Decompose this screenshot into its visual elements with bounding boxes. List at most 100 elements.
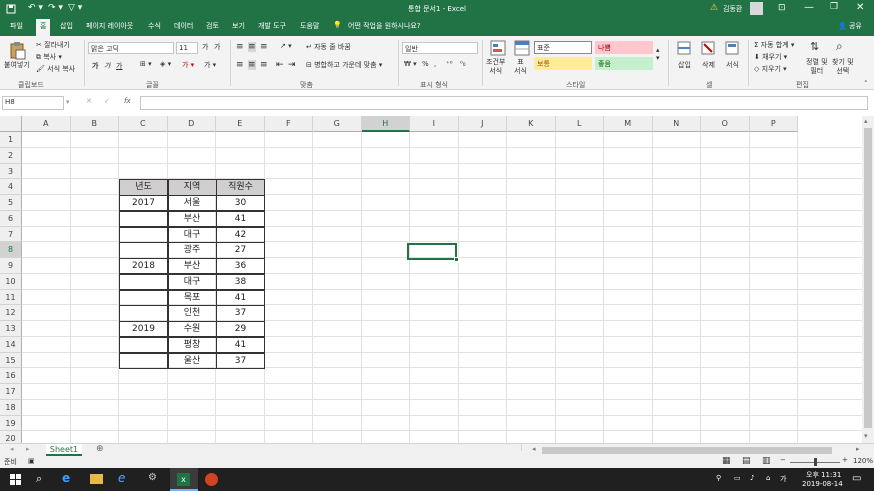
column-header-c[interactable]: C <box>119 116 168 132</box>
find-select-button[interactable]: 찾기 및 선택 <box>832 58 854 76</box>
format-painter-button[interactable]: 🖌 서식 복사 <box>36 64 75 74</box>
table-cell-region[interactable]: 광주 <box>167 242 217 259</box>
column-header-i[interactable]: I <box>410 116 459 132</box>
comma-icon[interactable]: , <box>434 60 436 68</box>
align-right-icon[interactable]: ≡ <box>260 60 268 70</box>
table-cell-year[interactable] <box>119 289 168 306</box>
merge-center-button[interactable]: ⊟ 병합하고 가운데 맞춤 ▾ <box>306 60 382 70</box>
column-header-p[interactable]: P <box>749 116 798 132</box>
zoom-in-icon[interactable]: + <box>842 456 848 464</box>
row-header-9[interactable]: 9 <box>0 258 22 274</box>
tab-data[interactable]: 데이터 <box>174 21 193 31</box>
table-cell-year[interactable] <box>119 210 168 227</box>
tray-icon[interactable]: ⌂ <box>766 474 770 482</box>
align-bottom-icon[interactable]: ≡ <box>260 42 268 52</box>
table-cell-region[interactable]: 인천 <box>167 305 217 322</box>
delete-cells-button[interactable]: 삭제 <box>702 60 715 70</box>
volume-icon[interactable]: ♪ <box>750 474 754 482</box>
find-icon[interactable]: ⌕ <box>836 39 843 54</box>
row-header-13[interactable]: 13 <box>0 321 22 337</box>
tab-home[interactable]: 홈 <box>36 19 51 36</box>
page-break-view-icon[interactable]: ▥ <box>762 456 771 466</box>
accounting-icon[interactable]: ₩ ▾ <box>404 60 417 68</box>
worksheet-grid[interactable]: A B C D E F G H I J K L M N O P 1 2 3 4 5 6 7 8 9 10 11 12 13 14 15 16 1… <box>0 116 862 443</box>
table-cell-employees[interactable]: 37 <box>216 305 265 322</box>
align-top-icon[interactable]: ≡ <box>236 42 244 52</box>
tab-review[interactable]: 검토 <box>206 21 219 31</box>
fill-color-icon[interactable]: ◈ ▾ <box>160 60 171 68</box>
table-cell-year[interactable]: 2019 <box>119 321 168 338</box>
underline-button[interactable]: 가 <box>116 61 122 71</box>
add-sheet-icon[interactable]: ⊕ <box>96 444 104 454</box>
style-good[interactable]: 좋음 <box>595 57 653 70</box>
table-cell-employees[interactable]: 42 <box>216 226 265 243</box>
scroll-left-icon[interactable]: ◂ <box>532 445 536 453</box>
zoom-out-icon[interactable]: − <box>780 456 786 464</box>
table-header-region[interactable]: 지역 <box>167 179 217 196</box>
confirm-entry-icon[interactable]: ✓ <box>104 97 110 105</box>
insert-cells-icon[interactable] <box>676 40 692 56</box>
tab-view[interactable]: 보기 <box>232 21 245 31</box>
italic-button[interactable]: 가 <box>104 61 110 71</box>
font-size-select[interactable]: 11 <box>176 42 198 54</box>
row-header-11[interactable]: 11 <box>0 289 22 306</box>
table-cell-region[interactable]: 수원 <box>167 321 217 338</box>
sheet-tab[interactable]: Sheet1 <box>46 444 82 456</box>
row-header-16[interactable]: 16 <box>0 368 22 384</box>
select-all-corner[interactable] <box>0 116 22 132</box>
table-format-button[interactable]: 표 서식 <box>514 58 527 76</box>
table-cell-employees[interactable]: 29 <box>216 321 265 338</box>
table-cell-region[interactable]: 목포 <box>167 289 217 306</box>
table-cell-region[interactable]: 서울 <box>167 195 217 212</box>
decrease-decimal-icon[interactable]: ⁰₀ <box>460 60 466 68</box>
clear-button[interactable]: ◇ 지우기 ▾ <box>754 64 787 74</box>
table-cell-employees[interactable]: 41 <box>216 210 265 227</box>
row-header-5[interactable]: 5 <box>0 195 22 211</box>
align-middle-icon[interactable]: ≡ <box>248 42 256 52</box>
row-header-12[interactable]: 12 <box>0 305 22 321</box>
font-name-select[interactable]: 맑은 고딕 <box>88 42 174 54</box>
page-layout-view-icon[interactable]: ▤ <box>742 456 751 466</box>
table-cell-year[interactable]: 2018 <box>119 258 168 275</box>
clock-time[interactable]: 오후 11:31 <box>806 470 841 480</box>
align-center-icon[interactable]: ≡ <box>248 60 256 70</box>
column-header-e[interactable]: E <box>216 116 265 132</box>
save-icon[interactable] <box>6 4 16 14</box>
align-left-icon[interactable]: ≡ <box>236 60 244 70</box>
horizontal-scroll-thumb[interactable] <box>542 447 832 454</box>
column-header-l[interactable]: L <box>555 116 604 132</box>
table-cell-employees[interactable]: 30 <box>216 195 265 212</box>
format-cells-button[interactable]: 서식 <box>726 60 739 70</box>
edge-icon[interactable]: e <box>62 471 70 485</box>
row-header-14[interactable]: 14 <box>0 336 22 353</box>
style-normal[interactable]: 표준 <box>534 41 592 54</box>
wrap-text-button[interactable]: ↵ 자동 줄 바꿈 <box>306 42 351 52</box>
column-header-k[interactable]: K <box>507 116 556 132</box>
notification-icon[interactable]: ▭ <box>852 473 861 484</box>
name-box-dropdown-icon[interactable]: ▾ <box>66 98 70 106</box>
format-cells-icon[interactable] <box>724 40 740 56</box>
decrease-indent-icon[interactable]: ⇤ <box>276 60 284 70</box>
table-cell-employees[interactable]: 41 <box>216 336 265 353</box>
font-shrink-button[interactable]: 가 <box>214 42 220 52</box>
cancel-entry-icon[interactable]: ✕ <box>86 97 92 105</box>
phonetic-icon[interactable]: 가 ▾ <box>204 60 216 70</box>
scroll-down-icon[interactable]: ▾ <box>864 432 868 440</box>
collapse-ribbon-icon[interactable]: ˄ <box>864 80 868 88</box>
macro-record-icon[interactable]: ▣ <box>28 457 35 465</box>
cut-button[interactable]: ✂ 잘라내기 <box>36 40 70 50</box>
vertical-scrollbar[interactable]: ▴ ▾ <box>862 116 874 443</box>
column-header-d[interactable]: D <box>167 116 216 132</box>
percent-icon[interactable]: % <box>422 60 429 68</box>
people-icon[interactable]: ⚲ <box>716 474 721 482</box>
row-header-20[interactable]: 20 <box>0 431 22 443</box>
table-format-icon[interactable] <box>514 40 530 56</box>
zoom-slider-thumb[interactable] <box>814 458 817 466</box>
table-cell-employees[interactable]: 36 <box>216 258 265 275</box>
column-header-n[interactable]: N <box>652 116 701 132</box>
table-cell-region[interactable]: 부산 <box>167 210 217 227</box>
column-header-o[interactable]: O <box>701 116 750 132</box>
sheet-next-icon[interactable]: ▸ <box>26 445 30 453</box>
row-header-1[interactable]: 1 <box>0 132 22 148</box>
ime-indicator[interactable]: 가 <box>780 474 786 484</box>
